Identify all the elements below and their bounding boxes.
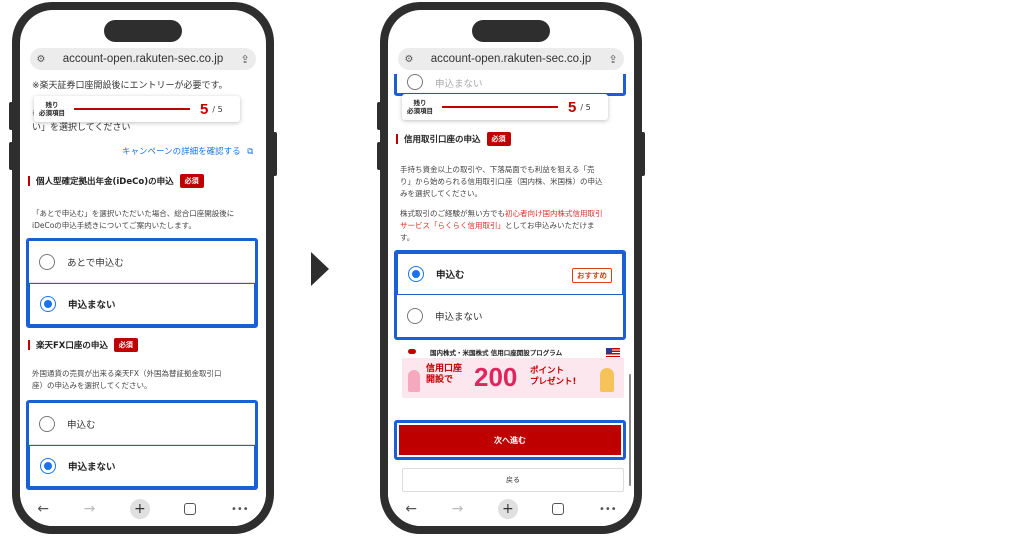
radio-button[interactable] bbox=[408, 266, 424, 282]
forward-arrow-icon[interactable]: → bbox=[452, 501, 464, 517]
banner-text-open: 信用口座 開設で bbox=[426, 364, 463, 385]
rakuraku-description: 株式取引のご経験が無い方でも初心者向け国内株式信用取引 サービス「らくらく信用取… bbox=[400, 209, 603, 242]
progress-label: 残り 必須項目 bbox=[407, 99, 433, 115]
banner-heading: 国内株式・米国株式 信用口座開設プログラム bbox=[402, 346, 624, 358]
progress-total: / 5 bbox=[580, 102, 591, 112]
page-content: ※楽天証券口座開設後にエントリーが必要です。 ※ 残り 必須項目 5 / 5 い… bbox=[20, 74, 266, 492]
required-badge: 必須 bbox=[486, 132, 511, 146]
volume-button bbox=[9, 142, 14, 170]
dynamic-island bbox=[104, 20, 182, 42]
ideco-option-no[interactable]: 申込まない bbox=[29, 283, 255, 325]
radio-button[interactable] bbox=[39, 253, 55, 270]
volume-button bbox=[377, 142, 382, 170]
screen-right: ⚙ account-open.rakuten-sec.co.jp ⇪ 申込まない… bbox=[388, 10, 634, 526]
person-illustration bbox=[408, 370, 420, 392]
rakuten-logo-icon bbox=[408, 349, 416, 354]
previous-option-group: 申込まない bbox=[394, 74, 626, 96]
radio-button[interactable] bbox=[40, 458, 56, 474]
volume-button bbox=[9, 102, 14, 130]
share-icon[interactable]: ⇪ bbox=[602, 53, 624, 66]
progress-total: / 5 bbox=[212, 104, 223, 114]
progress-label: 残り 必須項目 bbox=[39, 101, 65, 117]
margin-option-yes[interactable]: 申込む おすすめ bbox=[397, 253, 623, 295]
page-settings-icon[interactable]: ⚙ bbox=[398, 54, 420, 65]
tabs-icon[interactable] bbox=[184, 503, 197, 515]
margin-option-group: 申込む おすすめ 申込まない bbox=[394, 250, 626, 340]
power-button bbox=[272, 132, 277, 176]
next-step-arrow-icon bbox=[311, 252, 329, 286]
address-bar[interactable]: ⚙ account-open.rakuten-sec.co.jp ⇪ bbox=[30, 48, 256, 70]
banner-body: 信用口座 開設で 200 ポイント プレゼント! bbox=[402, 358, 624, 398]
new-tab-icon[interactable]: + bbox=[497, 499, 518, 519]
banner-points-amount: 200 bbox=[474, 362, 518, 392]
fx-option-group: 申込む 申込まない bbox=[26, 400, 258, 490]
page-content: 申込まない 残り 必須項目 5 / 5 信用取引口座の申込 必須 手持ち資金以上… bbox=[388, 74, 634, 492]
required-progress: 残り 必須項目 5 / 5 bbox=[34, 96, 240, 122]
url-text[interactable]: account-open.rakuten-sec.co.jp bbox=[420, 53, 602, 65]
next-button-highlight: 次へ進む bbox=[394, 420, 626, 460]
address-bar[interactable]: ⚙ account-open.rakuten-sec.co.jp ⇪ bbox=[398, 48, 624, 70]
required-badge: 必須 bbox=[179, 174, 204, 188]
dynamic-island bbox=[472, 20, 550, 42]
ideco-section-title: 個人型確定拠出年金(iDeCo)の申込 必須 bbox=[28, 174, 204, 188]
next-button[interactable]: 次へ進む bbox=[399, 425, 621, 455]
phone-frame-right: ⚙ account-open.rakuten-sec.co.jp ⇪ 申込まない… bbox=[377, 2, 645, 534]
progress-bar bbox=[74, 108, 190, 110]
fx-section-title: 楽天FX口座の申込 必須 bbox=[28, 338, 138, 352]
margin-description: 手持ち資金以上の取引や、下落局面でも利益を狙える「売 り」から始められる信用取引… bbox=[400, 165, 603, 198]
radio-button[interactable] bbox=[40, 296, 56, 312]
browser-toolbar: ← → + ••• bbox=[20, 492, 266, 526]
tabs-icon[interactable] bbox=[552, 503, 565, 515]
rakuraku-link[interactable]: サービス「らくらく信用取引」 bbox=[400, 221, 505, 230]
forward-arrow-icon[interactable]: → bbox=[84, 501, 96, 517]
progress-bar bbox=[442, 106, 558, 108]
progress-current: 5 bbox=[568, 98, 577, 116]
ideco-description: 「あとで申込む」を選択いただいた場合、総合口座開設後に iDeCoの申込手続きに… bbox=[32, 209, 235, 230]
required-badge: 必須 bbox=[113, 338, 138, 352]
back-arrow-icon[interactable]: ← bbox=[405, 501, 417, 517]
margin-option-no[interactable]: 申込まない bbox=[397, 295, 623, 337]
us-flag-icon bbox=[606, 348, 620, 357]
power-button bbox=[640, 132, 645, 176]
fx-option-no[interactable]: 申込まない bbox=[29, 445, 255, 487]
margin-campaign-banner[interactable]: 国内株式・米国株式 信用口座開設プログラム 信用口座 開設で 200 ポイント … bbox=[402, 346, 624, 398]
more-menu-icon[interactable]: ••• bbox=[599, 504, 617, 515]
progress-current: 5 bbox=[200, 100, 209, 118]
ideco-option-later[interactable]: あとで申込む bbox=[29, 241, 255, 283]
entry-note: ※楽天証券口座開設後にエントリーが必要です。 bbox=[32, 81, 228, 91]
more-menu-icon[interactable]: ••• bbox=[231, 504, 249, 515]
person-illustration bbox=[600, 368, 614, 392]
radio-button[interactable] bbox=[407, 308, 423, 324]
rakuraku-link[interactable]: 初心者向け国内株式信用取引 bbox=[505, 209, 603, 218]
radio-button[interactable] bbox=[39, 415, 55, 432]
back-arrow-icon[interactable]: ← bbox=[37, 501, 49, 517]
banner-text-points: ポイント プレゼント! bbox=[530, 366, 577, 387]
margin-section-title: 信用取引口座の申込 必須 bbox=[396, 132, 511, 146]
share-icon[interactable]: ⇪ bbox=[234, 53, 256, 66]
previous-option-no[interactable]: 申込まない bbox=[397, 74, 623, 92]
screen-left: ⚙ account-open.rakuten-sec.co.jp ⇪ ※楽天証券… bbox=[20, 10, 266, 526]
radio-button[interactable] bbox=[407, 74, 423, 90]
fx-option-yes[interactable]: 申込む bbox=[29, 403, 255, 445]
url-text[interactable]: account-open.rakuten-sec.co.jp bbox=[52, 53, 234, 65]
volume-button bbox=[377, 102, 382, 130]
back-button[interactable]: 戻る bbox=[402, 468, 624, 492]
scrollbar[interactable] bbox=[629, 374, 631, 486]
required-progress: 残り 必須項目 5 / 5 bbox=[402, 94, 608, 120]
ideco-option-group: あとで申込む 申込まない bbox=[26, 238, 258, 328]
external-link-icon: ⧉ bbox=[247, 147, 254, 157]
new-tab-icon[interactable]: + bbox=[129, 499, 150, 519]
campaign-details-link[interactable]: キャンペーンの詳細を確認する ⧉ bbox=[122, 146, 253, 159]
fx-description: 外国通貨の売買が出来る楽天FX（外国為替証拠金取引口 座）の申込みを選択してくだ… bbox=[32, 369, 222, 390]
recommend-badge: おすすめ bbox=[572, 268, 612, 283]
page-settings-icon[interactable]: ⚙ bbox=[30, 54, 52, 65]
select-instruction: い」を選択してください bbox=[32, 123, 131, 133]
browser-toolbar: ← → + ••• bbox=[388, 492, 634, 526]
phone-frame-left: ⚙ account-open.rakuten-sec.co.jp ⇪ ※楽天証券… bbox=[9, 2, 277, 534]
